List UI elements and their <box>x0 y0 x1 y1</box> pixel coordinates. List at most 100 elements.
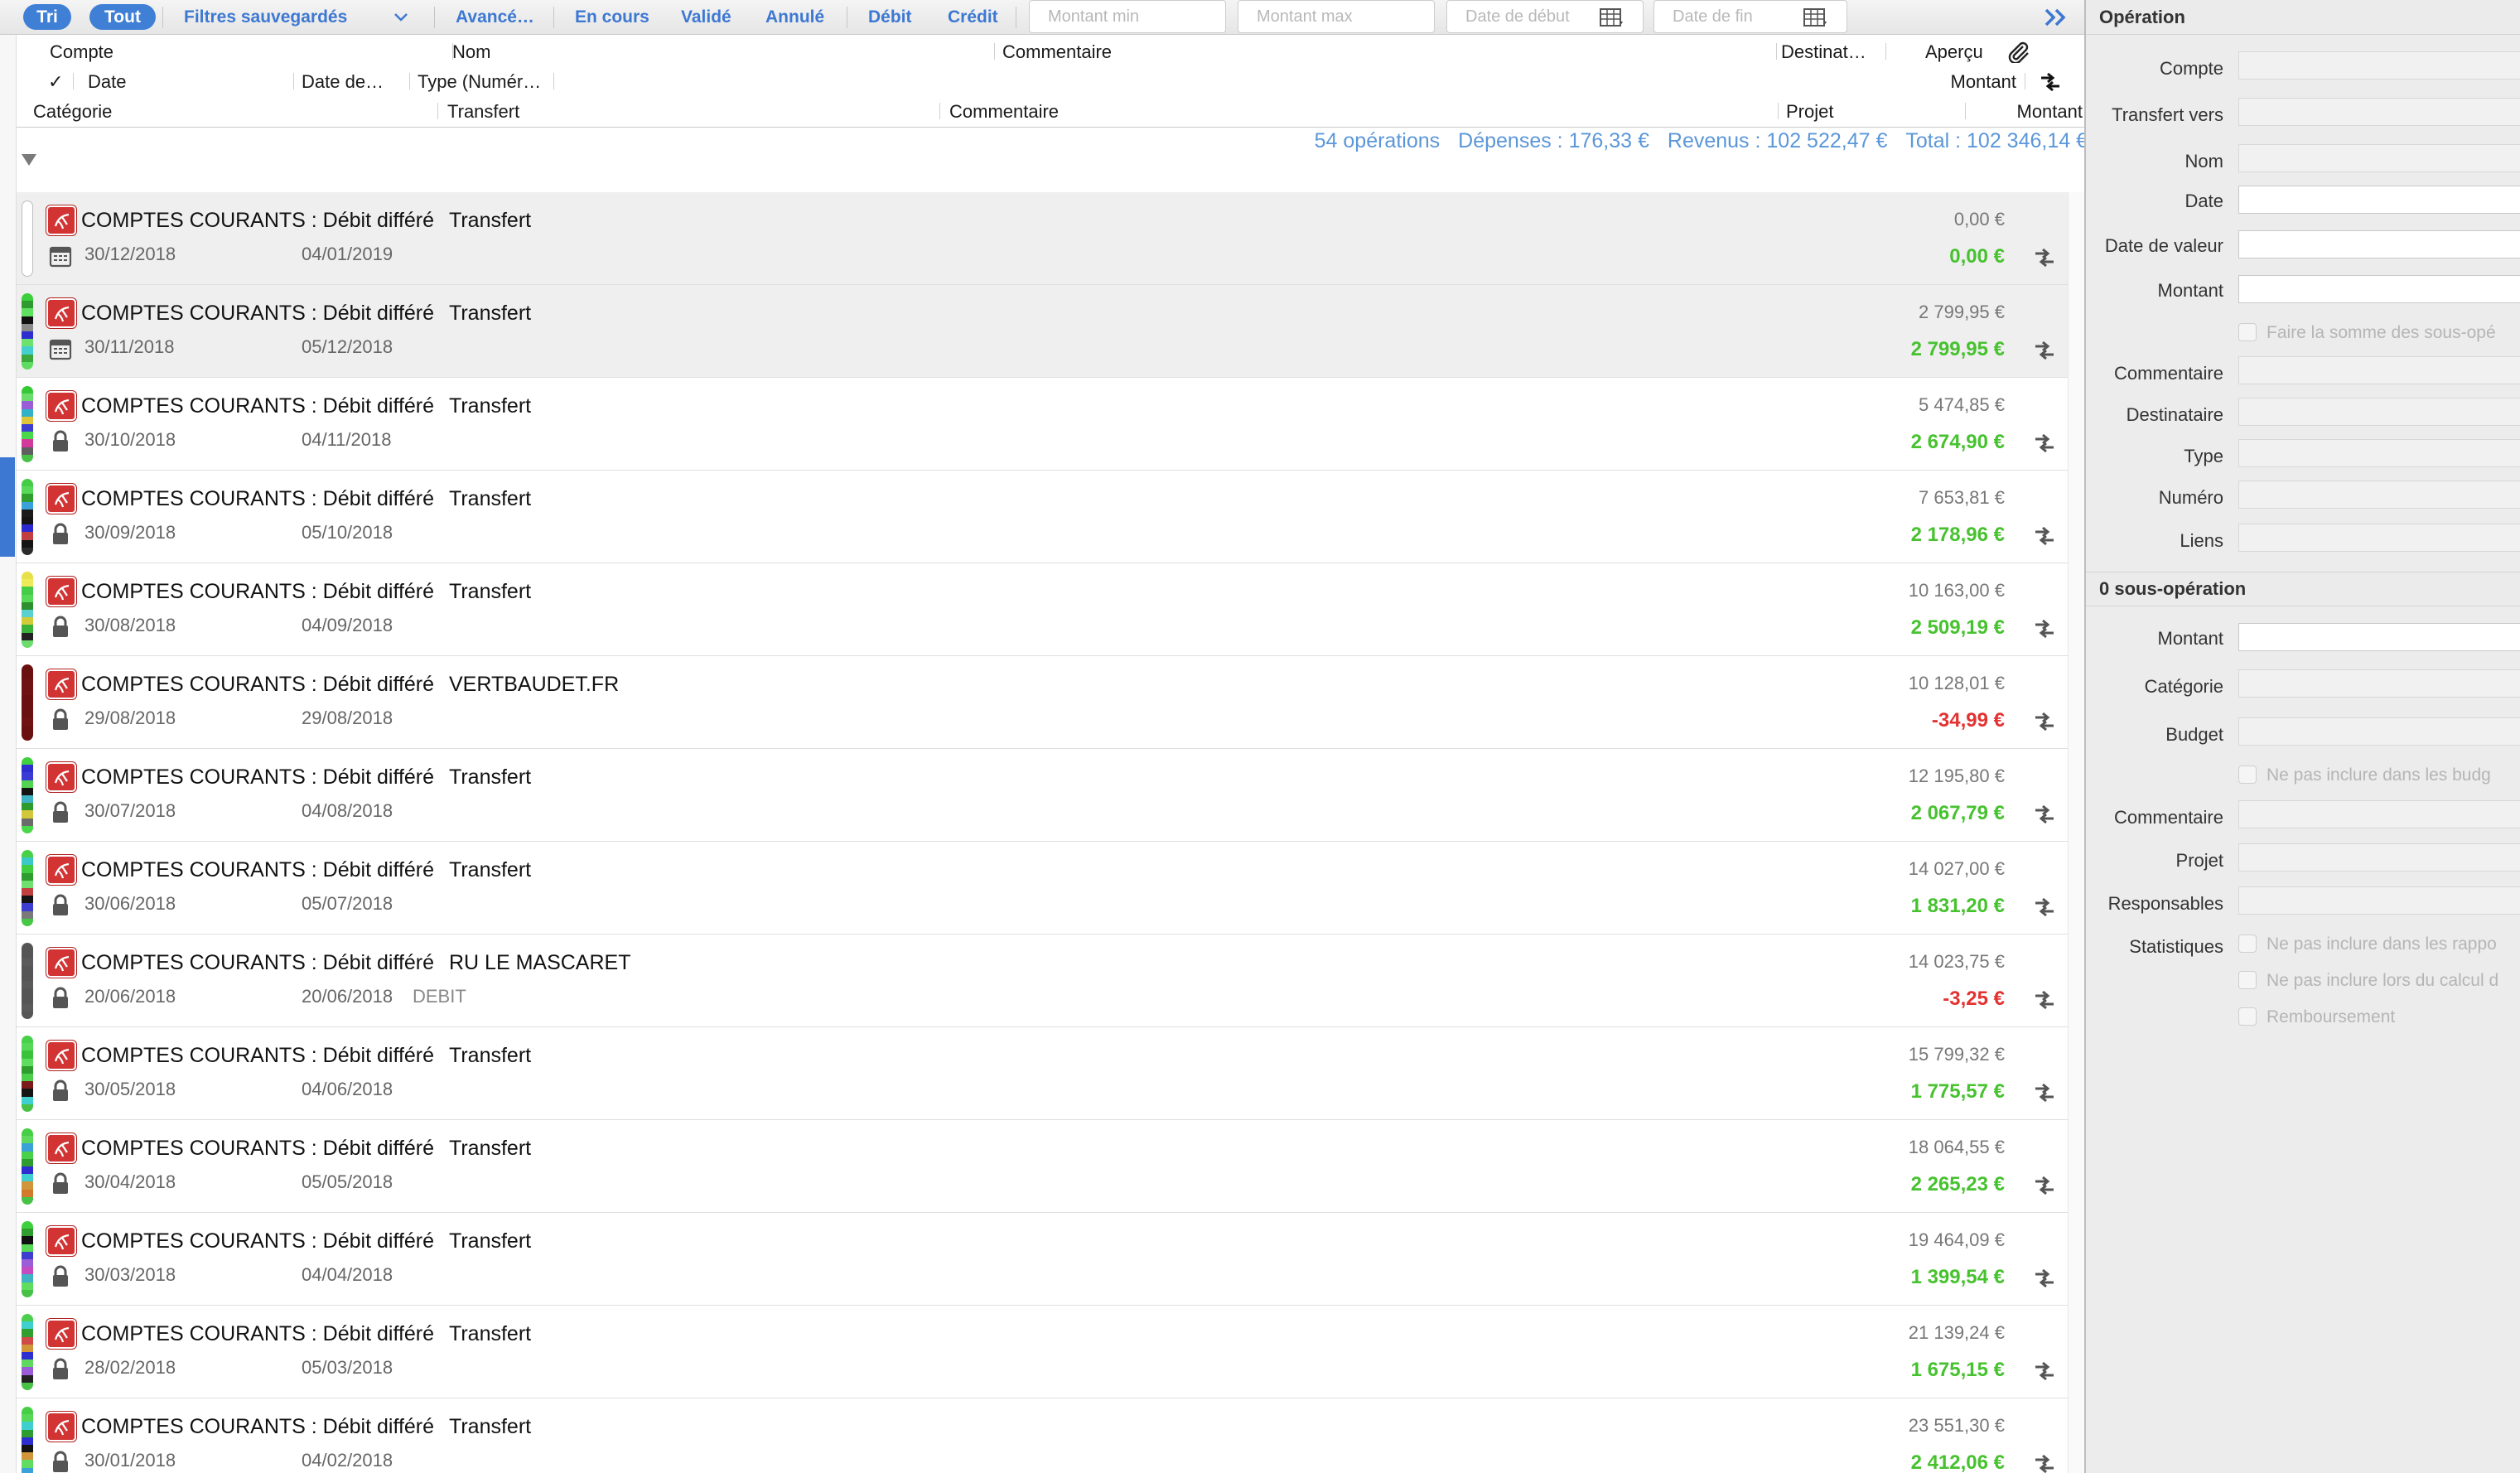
date-field[interactable] <box>2238 186 2520 214</box>
calendar-grid-icon[interactable] <box>1600 8 1624 27</box>
lock-icon[interactable] <box>48 1079 73 1104</box>
lock-icon[interactable] <box>48 1357 73 1382</box>
table-row[interactable]: COMPTES COURANTS : Débit différé RU LE MA… <box>17 935 2068 1027</box>
lock-icon[interactable] <box>48 800 73 825</box>
amount-field[interactable] <box>2238 275 2520 303</box>
transfer-arrows-icon[interactable] <box>2031 340 2058 361</box>
exclude-calculation-checkbox[interactable] <box>2238 971 2257 989</box>
table-row[interactable]: COMPTES COURANTS : Débit différé Transfer… <box>17 563 2068 656</box>
header-recipient[interactable]: Destinat… <box>1781 41 1866 63</box>
type-field[interactable] <box>2238 439 2520 467</box>
lock-icon[interactable] <box>48 615 73 640</box>
transfer-arrows-icon[interactable] <box>2031 1268 2058 1289</box>
exclude-reports-checkbox[interactable] <box>2238 935 2257 953</box>
row-running-balance: 2 799,95 € <box>1919 302 2005 322</box>
transfer-arrows-icon[interactable] <box>2031 1082 2058 1104</box>
suboperation-section-title: 0 sous-opération <box>2086 572 2520 606</box>
end-date-input[interactable]: Date de fin <box>1653 0 1847 33</box>
header-comment[interactable]: Commentaire <box>1002 41 1112 63</box>
transfer-arrows-icon[interactable] <box>2031 618 2058 640</box>
comment-field[interactable] <box>2238 356 2520 384</box>
header-date[interactable]: Date <box>88 71 126 93</box>
saved-filters-dropdown[interactable]: Filtres sauvegardés <box>184 5 408 30</box>
lock-icon[interactable] <box>48 708 73 732</box>
transfer-arrows-icon[interactable] <box>2031 896 2058 918</box>
table-row[interactable]: COMPTES COURANTS : Débit différé Transfer… <box>17 1398 2068 1473</box>
status-cancelled-button[interactable]: Annulé <box>765 5 824 30</box>
header-account[interactable]: Compte <box>50 41 113 63</box>
min-amount-input[interactable]: Montant min <box>1029 0 1226 33</box>
lock-icon[interactable] <box>48 1264 73 1289</box>
lock-icon[interactable] <box>48 893 73 918</box>
all-filter-button[interactable]: Tout <box>89 4 156 30</box>
header-category[interactable]: Catégorie <box>33 101 112 123</box>
start-date-input[interactable]: Date de début <box>1446 0 1644 33</box>
transfer-arrows-icon[interactable] <box>2031 247 2058 268</box>
disclosure-triangle-icon[interactable] <box>22 154 36 166</box>
number-field[interactable] <box>2238 481 2520 509</box>
transfer-arrows-icon[interactable] <box>2031 804 2058 825</box>
lock-icon[interactable] <box>48 986 73 1011</box>
calendar-icon[interactable] <box>48 244 73 268</box>
table-row[interactable]: COMPTES COURANTS : Débit différé Transfer… <box>17 378 2068 471</box>
sub-amount-field[interactable] <box>2238 623 2520 651</box>
header-checked[interactable]: ✓ <box>48 71 63 93</box>
category-field[interactable] <box>2238 669 2520 698</box>
calendar-icon[interactable] <box>48 336 73 361</box>
advanced-filter-button[interactable]: Avancé… <box>456 5 534 30</box>
table-row[interactable]: COMPTES COURANTS : Débit différé Transfer… <box>17 842 2068 935</box>
max-amount-input[interactable]: Montant max <box>1238 0 1435 33</box>
credit-filter-button[interactable]: Crédit <box>948 5 998 30</box>
table-row[interactable]: COMPTES COURANTS : Débit différé Transfer… <box>17 1306 2068 1398</box>
account-field[interactable] <box>2238 51 2520 80</box>
header-type-number[interactable]: Type (Numér… <box>418 71 541 93</box>
value-date-field[interactable] <box>2238 230 2520 258</box>
transfer-arrows-icon[interactable] <box>2031 1360 2058 1382</box>
table-row[interactable]: COMPTES COURANTS : Débit différé Transfer… <box>17 1027 2068 1120</box>
links-field[interactable] <box>2238 524 2520 552</box>
table-row[interactable]: COMPTES COURANTS : Débit différé Transfer… <box>17 749 2068 842</box>
header-project[interactable]: Projet <box>1786 101 1833 123</box>
status-validated-button[interactable]: Validé <box>681 5 731 30</box>
refund-checkbox[interactable] <box>2238 1007 2257 1026</box>
owners-field[interactable] <box>2238 886 2520 915</box>
attachment-icon[interactable] <box>2006 41 2031 63</box>
transfer-arrows-icon[interactable] <box>2031 1453 2058 1473</box>
sum-suboperations-checkbox[interactable] <box>2238 323 2257 341</box>
header-name[interactable]: Nom <box>452 41 490 63</box>
budget-field[interactable] <box>2238 717 2520 746</box>
header-value-date[interactable]: Date de… <box>302 71 384 93</box>
transfer-arrows-icon[interactable] <box>2031 989 2058 1011</box>
lock-icon[interactable] <box>48 522 73 547</box>
recipient-field[interactable] <box>2238 398 2520 426</box>
table-row[interactable]: COMPTES COURANTS : Débit différé VERTBAUD… <box>17 656 2068 749</box>
transfer-arrows-icon[interactable] <box>2031 711 2058 732</box>
table-row[interactable]: COMPTES COURANTS : Débit différé Transfer… <box>17 192 2068 285</box>
header-amount-2[interactable]: Montant <box>2017 101 2083 123</box>
list-scrollbar[interactable] <box>2068 192 2084 1473</box>
sub-comment-field[interactable] <box>2238 800 2520 828</box>
expand-toolbar-icon[interactable] <box>2043 7 2069 27</box>
table-row[interactable]: COMPTES COURANTS : Débit différé Transfer… <box>17 471 2068 563</box>
header-preview[interactable]: Aperçu <box>1925 41 1983 63</box>
table-row[interactable]: COMPTES COURANTS : Débit différé Transfer… <box>17 285 2068 378</box>
transfer-arrows-icon[interactable] <box>2031 1175 2058 1196</box>
header-comment-2[interactable]: Commentaire <box>949 101 1059 123</box>
transfer-arrows-icon[interactable] <box>2031 525 2058 547</box>
transfer-to-field[interactable] <box>2238 98 2520 126</box>
sort-button[interactable]: Tri <box>23 4 71 30</box>
project-field[interactable] <box>2238 843 2520 872</box>
header-transfer[interactable]: Transfert <box>447 101 519 123</box>
name-field[interactable] <box>2238 144 2520 172</box>
status-pending-button[interactable]: En cours <box>575 5 649 30</box>
exclude-budget-checkbox[interactable] <box>2238 765 2257 784</box>
debit-filter-button[interactable]: Débit <box>868 5 912 30</box>
transfer-arrows-icon[interactable] <box>2031 432 2058 454</box>
lock-icon[interactable] <box>48 1171 73 1196</box>
table-row[interactable]: COMPTES COURANTS : Débit différé Transfer… <box>17 1120 2068 1213</box>
header-amount[interactable]: Montant <box>1951 71 2017 93</box>
lock-icon[interactable] <box>48 429 73 454</box>
lock-icon[interactable] <box>48 1450 73 1473</box>
table-row[interactable]: COMPTES COURANTS : Débit différé Transfer… <box>17 1213 2068 1306</box>
calendar-grid-icon[interactable] <box>1803 8 1828 27</box>
